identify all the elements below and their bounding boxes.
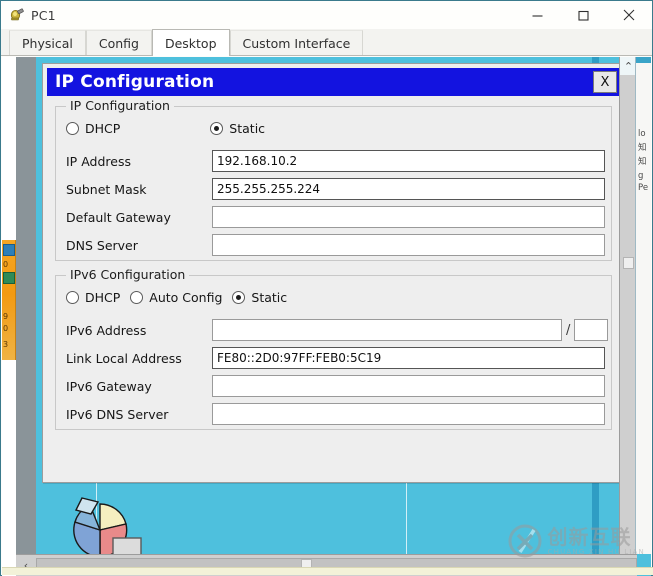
palette-label-2: 9 (3, 312, 8, 321)
ipv6-gateway-input[interactable] (212, 375, 605, 397)
ipv4-dhcp-label: DHCP (85, 121, 120, 136)
desktop-canvas: 0 9 0 3 (2, 57, 651, 576)
tab-strip: Physical Config Desktop Custom Interface (1, 29, 652, 56)
tab-desktop[interactable]: Desktop (152, 29, 230, 56)
workspace-guide-v2 (406, 477, 407, 554)
ipv6-gateway-row: IPv6 Gateway (66, 375, 611, 397)
tab-custom-interface[interactable]: Custom Interface (230, 30, 364, 55)
subnet-mask-row: Subnet Mask 255.255.255.224 (66, 178, 606, 200)
minimize-icon[interactable] (514, 1, 560, 29)
background-window-sliver[interactable]: lo 知 知 g Pe (635, 57, 651, 554)
watermark-cn: 创新互联 (548, 527, 645, 547)
window-bottom-strip (2, 567, 653, 575)
ipv6-auto-config-label: Auto Config (149, 290, 222, 305)
ipv6-mode-radio-group: DHCP Auto Config Static (66, 290, 313, 305)
ipv6-address-row: IPv6 Address / (66, 319, 611, 341)
ipv6-static-label: Static (251, 290, 287, 305)
palette-label-1: 0 (3, 260, 8, 269)
tab-config[interactable]: Config (86, 30, 152, 55)
ipv4-dhcp-radio[interactable] (66, 122, 79, 135)
pc-window: PC1 Physical Config Des (0, 0, 653, 576)
ipv6-dhcp-radio[interactable] (66, 291, 79, 304)
dns-server-row: DNS Server (66, 234, 606, 256)
device-palette-sliver[interactable]: 0 9 0 3 (2, 240, 16, 360)
background-line-1: lo (638, 129, 646, 139)
vertical-scroll-thumb[interactable] (623, 257, 634, 269)
ip-address-row: IP Address 192.168.10.2 (66, 150, 606, 172)
link-local-address-input[interactable]: FE80::2D0:97FF:FEB0:5C19 (212, 347, 605, 369)
packet-tracer-workspace[interactable]: or (16, 57, 651, 576)
ipv6-gateway-label: IPv6 Gateway (66, 379, 212, 394)
ipv6-group-legend: IPv6 Configuration (66, 267, 189, 282)
link-local-address-label: Link Local Address (66, 351, 212, 366)
maximize-icon[interactable] (560, 1, 606, 29)
window-title: PC1 (31, 8, 56, 23)
background-line-4: g (638, 171, 643, 181)
cx-circle-logo (508, 524, 542, 558)
watermark: 创新互联 CHUANG XIN HU LIAN (508, 524, 645, 558)
subnet-mask-label: Subnet Mask (66, 182, 212, 197)
close-icon[interactable] (606, 1, 652, 29)
default-gateway-input[interactable] (212, 206, 605, 228)
ipv6-auto-config-radio[interactable] (130, 291, 143, 304)
dialog-title-bar: IP Configuration X (47, 68, 620, 96)
ipv4-static-radio[interactable] (210, 122, 223, 135)
palette-label-4: 3 (3, 340, 8, 349)
tab-physical-label: Physical (22, 36, 73, 51)
palette-label-3: 0 (3, 324, 8, 333)
background-line-2: 知 (638, 143, 647, 153)
workspace-left-shadow (16, 57, 36, 576)
watermark-en: CHUANG XIN HU LIAN (548, 549, 645, 556)
ipv4-mode-radio-group: DHCP Static (66, 121, 291, 136)
link-local-address-row: Link Local Address FE80::2D0:97FF:FEB0:5… (66, 347, 611, 369)
tab-custom-interface-label: Custom Interface (243, 36, 351, 51)
ipv6-static-radio[interactable] (232, 291, 245, 304)
background-line-3: 知 (638, 157, 647, 167)
default-gateway-row: Default Gateway (66, 206, 606, 228)
ipv6-address-input[interactable] (212, 319, 562, 341)
palette-device-icon[interactable] (3, 244, 15, 256)
workspace-inner: or (36, 57, 651, 576)
ipv6-prefix-separator: / (566, 323, 570, 338)
ipv6-dns-server-row: IPv6 DNS Server (66, 403, 611, 425)
tab-config-label: Config (99, 36, 139, 51)
background-window-titlebar (636, 57, 651, 63)
dns-server-input[interactable] (212, 234, 605, 256)
tab-desktop-label: Desktop (165, 36, 217, 51)
ipv6-dns-server-input[interactable] (212, 403, 605, 425)
ipv4-static-label: Static (229, 121, 265, 136)
window-controls (514, 1, 652, 29)
ipv6-prefix-length-input[interactable] (574, 319, 608, 341)
dialog-close-button[interactable]: X (593, 71, 617, 93)
ip-configuration-dialog: IP Configuration X IP Configuration DHCP (42, 63, 623, 483)
tab-physical[interactable]: Physical (9, 30, 86, 55)
ipv6-address-label: IPv6 Address (66, 323, 212, 338)
palette-device-icon-2[interactable] (3, 272, 15, 284)
window-titlebar: PC1 (1, 1, 652, 29)
watermark-texts: 创新互联 CHUANG XIN HU LIAN (548, 527, 645, 556)
app-root: PC1 Physical Config Des (0, 0, 653, 576)
ipv6-dhcp-label: DHCP (85, 290, 120, 305)
ipv6-dns-server-label: IPv6 DNS Server (66, 407, 212, 422)
pc-device-icon (9, 7, 25, 23)
default-gateway-label: Default Gateway (66, 210, 212, 225)
ipv4-groupbox: IP Configuration DHCP Static IP Address (55, 106, 612, 261)
dialog-title: IP Configuration (55, 72, 214, 92)
ipv6-groupbox: IPv6 Configuration DHCP Auto Config Stat… (55, 275, 612, 430)
ip-address-input[interactable]: 192.168.10.2 (212, 150, 605, 172)
ip-address-label: IP Address (66, 154, 212, 169)
subnet-mask-input[interactable]: 255.255.255.224 (212, 178, 605, 200)
dns-server-label: DNS Server (66, 238, 212, 253)
ipv4-group-legend: IP Configuration (66, 98, 174, 113)
background-line-5: Pe (638, 183, 648, 193)
